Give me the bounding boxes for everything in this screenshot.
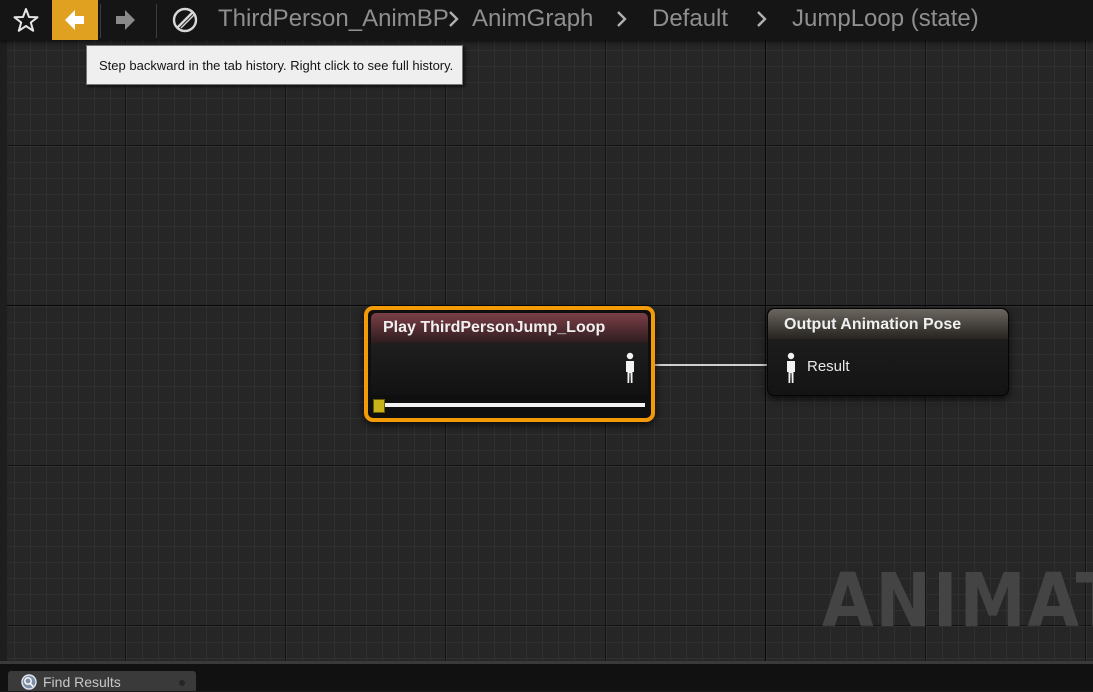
chevron-right-icon — [617, 11, 627, 27]
forward-arrow-icon — [116, 10, 135, 30]
graph-frame — [0, 40, 7, 661]
result-pin-label: Result — [807, 358, 850, 375]
toolbar-divider — [156, 4, 157, 38]
breadcrumb-toolbar: ThirdPerson_AnimBP AnimGraph Default Jum… — [0, 0, 1093, 40]
grid-line — [7, 145, 1093, 146]
blueprint-icon — [172, 7, 198, 33]
back-arrow-icon — [65, 10, 84, 30]
back-button[interactable] — [52, 0, 98, 40]
pose-wire[interactable] — [645, 364, 767, 366]
grid-line — [7, 465, 1093, 466]
pose-pin-icon[interactable] — [784, 351, 798, 385]
pose-pin-icon[interactable] — [623, 351, 637, 385]
play-animation-node[interactable]: Play ThirdPersonJump_Loop — [364, 306, 655, 422]
playback-position-handle[interactable] — [373, 399, 385, 413]
graph-origin-axis — [765, 40, 766, 661]
favorite-button[interactable] — [4, 0, 48, 40]
graph-watermark: ANIMATI — [822, 558, 1093, 644]
playback-progress-bar — [378, 403, 645, 407]
tab-find-results[interactable]: Find Results — [8, 671, 196, 691]
toolbar-divider — [100, 4, 101, 38]
chevron-right-icon — [757, 11, 767, 27]
node-body — [768, 339, 1008, 395]
output-animation-pose-node[interactable]: Output Animation Pose Result — [767, 308, 1009, 396]
node-title: Output Animation Pose — [784, 316, 962, 333]
node-title: Play ThirdPersonJump_Loop — [383, 319, 606, 336]
breadcrumb-item-default[interactable]: Default — [652, 5, 728, 33]
breadcrumb-item-animgraph[interactable]: AnimGraph — [472, 5, 593, 33]
chevron-right-icon — [449, 11, 459, 27]
node-body — [371, 343, 648, 395]
grid-line — [125, 40, 126, 661]
node-header: Output Animation Pose — [768, 309, 1008, 339]
grid-line — [285, 40, 286, 661]
anim-graph-canvas[interactable]: ANIMATI Play ThirdPersonJump_Loop Output… — [7, 40, 1093, 661]
star-icon — [13, 8, 39, 32]
back-button-tooltip: Step backward in the tab history. Right … — [86, 45, 463, 85]
tab-label: Find Results — [43, 674, 121, 690]
close-tab-icon[interactable] — [179, 680, 185, 686]
breadcrumb-item-state[interactable]: JumpLoop (state) — [792, 5, 979, 33]
forward-button[interactable] — [102, 0, 148, 40]
node-header: Play ThirdPersonJump_Loop — [371, 313, 648, 343]
breadcrumb-item-anim-blueprint[interactable]: ThirdPerson_AnimBP — [218, 5, 449, 33]
find-results-icon — [21, 674, 37, 690]
